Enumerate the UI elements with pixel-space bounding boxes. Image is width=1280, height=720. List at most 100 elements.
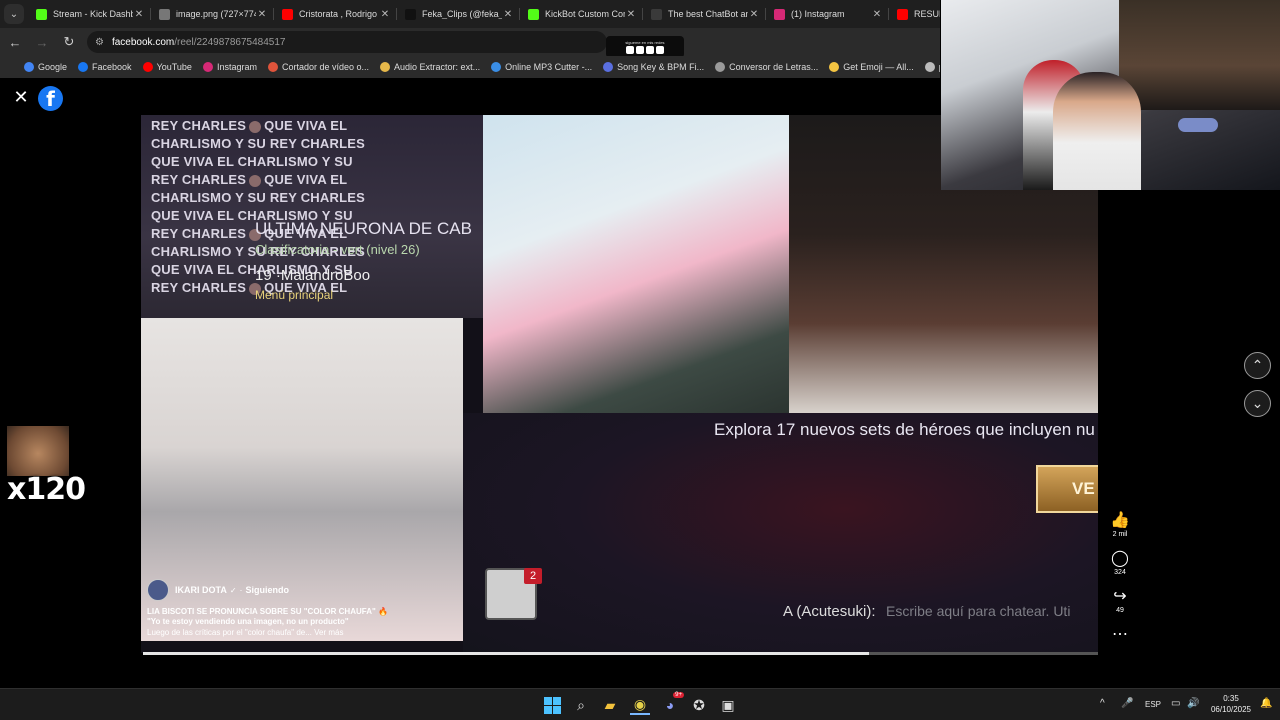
close-tab-icon[interactable]: ✕ bbox=[625, 9, 637, 20]
bell-icon: 🔔 bbox=[1260, 698, 1273, 709]
close-tab-icon[interactable]: ✕ bbox=[133, 9, 145, 20]
mic-tray-button[interactable]: 🎤 bbox=[1121, 698, 1133, 709]
bookmark-item[interactable]: Instagram bbox=[202, 62, 257, 72]
search-button[interactable]: ⌕ bbox=[571, 695, 591, 715]
stream-emote-overlay: x120 bbox=[7, 426, 86, 507]
windows-icon bbox=[543, 696, 561, 714]
music-icon bbox=[603, 62, 614, 72]
capture-taskbar-button[interactable]: ▣ bbox=[718, 695, 738, 715]
chat-text-segment: REY CHARLES bbox=[151, 172, 247, 187]
browser-tab[interactable]: RESUM✕ bbox=[889, 0, 940, 28]
author-avatar[interactable] bbox=[147, 579, 169, 601]
next-reel-button[interactable]: ⌄ bbox=[1244, 390, 1271, 417]
bookmark-item[interactable]: Get Emoji — All... bbox=[829, 62, 914, 72]
game-chat-placeholder: Escribe aquí para chatear. Uti bbox=[886, 603, 1071, 619]
system-clock[interactable]: 0:35 06/10/2025 bbox=[1205, 693, 1257, 715]
more-options-button[interactable]: ⋯ bbox=[1100, 626, 1140, 644]
bookmark-item[interactable]: Facebook bbox=[78, 62, 132, 72]
reload-icon: ↻ bbox=[63, 34, 75, 49]
apps-grid-icon[interactable] bbox=[8, 62, 10, 73]
tray-overflow-button[interactable]: ^ bbox=[1100, 698, 1105, 709]
youtube-icon bbox=[656, 46, 664, 54]
bookmark-label: Online MP3 Cutter -... bbox=[505, 62, 593, 72]
close-tab-icon[interactable]: ✕ bbox=[256, 9, 268, 20]
browser-tab[interactable]: image.png (727×774) ✕ bbox=[151, 0, 274, 28]
chat-text-segment: REY CHARLES bbox=[151, 280, 247, 295]
post-description-text: Luego de las críticas por el "color chau… bbox=[147, 628, 312, 637]
tab-title: The best ChatBot and bbox=[668, 9, 748, 19]
close-tab-icon[interactable]: ✕ bbox=[748, 9, 760, 20]
post-description: Luego de las críticas por el "color chau… bbox=[147, 628, 459, 637]
bookmark-item[interactable]: YouTube bbox=[142, 62, 192, 72]
emote-image bbox=[7, 426, 69, 476]
browser-tab[interactable]: KickBot Custom Com ✕ bbox=[520, 0, 643, 28]
close-tab-icon[interactable]: ✕ bbox=[871, 9, 883, 20]
tab-title: Stream - Kick Dashbo bbox=[53, 9, 133, 19]
comment-button[interactable]: ◯ 324 bbox=[1100, 550, 1140, 576]
bookmark-label: Instagram bbox=[216, 62, 257, 72]
volume-button[interactable]: 🔊 bbox=[1187, 698, 1199, 709]
game-rank-label: Clasificatoria - vert (nivel 26) bbox=[255, 242, 420, 257]
address-bar[interactable]: ⚙ facebook.com/reel/2249878675484517 bbox=[87, 31, 607, 53]
windows-taskbar: ⌕ ▰ ◉ ◕ 9+ ✪ ▣ ^ 🎤 ESP ▭ 🔊 0:35 06/10/20… bbox=[0, 688, 1280, 720]
browser-tab[interactable]: Cristorata , Rodrigo P ✕ bbox=[274, 0, 397, 28]
dot-separator: · bbox=[239, 585, 243, 595]
mp3-icon bbox=[491, 62, 502, 72]
tab-search-button[interactable]: ⌄ bbox=[4, 4, 24, 24]
previous-reel-button[interactable]: ⌃ bbox=[1244, 352, 1271, 379]
speaker-icon: 🔊 bbox=[1187, 698, 1200, 709]
chrome-taskbar-button[interactable]: ◉ bbox=[630, 695, 650, 715]
game-explore-banner: Explora 17 nuevos sets de héroes que inc… bbox=[714, 420, 1095, 439]
game-profile-title: ULTIMA NEURONA DE CAB bbox=[255, 219, 472, 238]
facebook-logo-icon[interactable]: f bbox=[38, 86, 63, 111]
microphone-icon: 🎤 bbox=[1121, 698, 1134, 709]
chrome-icon: ◉ bbox=[633, 695, 647, 712]
forward-button[interactable]: → bbox=[30, 30, 54, 54]
start-button[interactable] bbox=[542, 695, 562, 715]
close-reel-button[interactable]: ✕ bbox=[12, 88, 30, 106]
see-more-link[interactable]: Ver más bbox=[314, 628, 343, 637]
arrow-right-icon: → bbox=[35, 34, 49, 50]
comment-count: 324 bbox=[1114, 569, 1126, 576]
back-button[interactable]: ← bbox=[3, 30, 27, 54]
kickbot-icon bbox=[528, 8, 539, 20]
bookmark-item[interactable]: pnkz_Oficial bbox=[924, 62, 940, 72]
site-info-icon[interactable]: ⚙ bbox=[95, 37, 104, 48]
network-button[interactable]: ▭ bbox=[1171, 698, 1180, 709]
emote-icon bbox=[249, 120, 262, 133]
close-icon: ✕ bbox=[13, 87, 29, 107]
follow-status[interactable]: Siguiendo bbox=[246, 585, 290, 595]
streamer-cam-pink-wig bbox=[483, 115, 789, 413]
notifications-button[interactable]: 🔔 bbox=[1260, 698, 1272, 709]
browser-tab[interactable]: The best ChatBot and ✕ bbox=[643, 0, 766, 28]
stream-chat-line: REY CHARLES QUE VIVA EL bbox=[151, 118, 347, 133]
browser-tab[interactable]: Feka_Clips (@feka_cli✕ bbox=[397, 0, 520, 28]
reload-button[interactable]: ↻ bbox=[57, 30, 81, 54]
chevron-up-icon: ⌃ bbox=[1251, 357, 1264, 373]
reel-video[interactable]: REY CHARLES QUE VIVA EL CHARLISMO Y SU REY… bbox=[141, 115, 1098, 653]
discord-taskbar-button[interactable]: ◕ 9+ bbox=[660, 692, 684, 715]
bookmark-item[interactable]: Song Key & BPM Fi... bbox=[603, 62, 704, 72]
bookmark-item[interactable]: Audio Extractor: ext... bbox=[380, 62, 480, 72]
language-indicator[interactable]: ESP bbox=[1145, 700, 1161, 709]
bookmark-label: YouTube bbox=[156, 62, 192, 72]
bookmark-item[interactable]: Conversor de Letras... bbox=[715, 62, 818, 72]
bookmark-item[interactable]: Online MP3 Cutter -... bbox=[491, 62, 592, 72]
stream-chat-line: QUE VIVA EL CHARLISMO Y SU bbox=[151, 154, 353, 169]
tab-title: RESUM bbox=[914, 9, 940, 19]
share-button[interactable]: ↪ 49 bbox=[1100, 588, 1140, 614]
app-taskbar-button[interactable]: ✪ bbox=[689, 695, 709, 715]
bookmark-item[interactable]: Google bbox=[24, 62, 67, 72]
video-progress-bar[interactable] bbox=[143, 652, 1098, 655]
file-explorer-button[interactable]: ▰ bbox=[600, 695, 620, 715]
bookmark-item[interactable]: Cortador de vídeo o... bbox=[267, 62, 369, 72]
close-tab-icon[interactable]: ✕ bbox=[502, 9, 514, 20]
author-name[interactable]: IKARI DOTA bbox=[175, 585, 227, 595]
like-button[interactable]: 👍 2 mil bbox=[1100, 512, 1140, 538]
like-count: 2 mil bbox=[1112, 531, 1128, 538]
thumbs-up-icon: 👍 bbox=[1110, 512, 1130, 529]
chat-text-segment: QUE VIVA EL bbox=[264, 118, 348, 133]
browser-tab[interactable]: (1) Instagram ✕ bbox=[766, 0, 889, 28]
close-tab-icon[interactable]: ✕ bbox=[379, 9, 391, 20]
browser-tab[interactable]: Stream - Kick Dashbo ✕ bbox=[28, 0, 151, 28]
